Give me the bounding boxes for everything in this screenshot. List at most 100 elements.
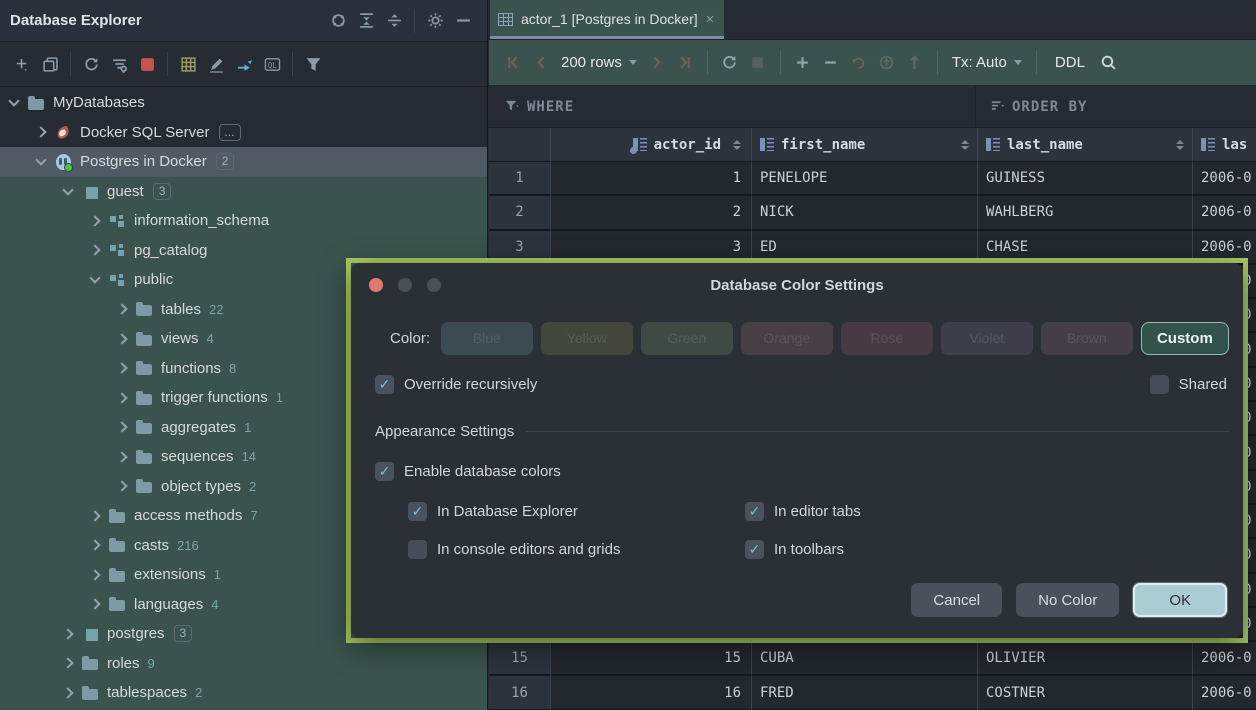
chevron-right-icon[interactable] [62, 687, 74, 699]
tree-item-information-schema[interactable]: information_schema [0, 206, 487, 236]
chevron-right-icon[interactable] [62, 628, 74, 640]
close-icon[interactable]: × [706, 12, 715, 27]
tree-item-mydatabases[interactable]: MyDatabases [0, 88, 487, 118]
stop-icon[interactable] [744, 49, 772, 77]
tree-item-docker-sql-server[interactable]: Docker SQL Server... [0, 117, 487, 147]
chevron-down-icon[interactable] [89, 272, 101, 284]
scroll-to-source-icon[interactable] [230, 50, 258, 78]
column-header-last-update[interactable]: las [1193, 128, 1256, 162]
last-page-icon[interactable] [671, 49, 699, 77]
table-cell[interactable]: COSTNER [978, 676, 1193, 710]
chevron-right-icon[interactable] [116, 303, 128, 315]
row-number[interactable]: 16 [489, 676, 551, 710]
order-by-filter[interactable]: ORDER BY [975, 86, 1087, 127]
chevron-right-icon[interactable] [89, 539, 101, 551]
table-cell[interactable]: 2006-0 [1193, 162, 1256, 197]
chevron-down-icon[interactable] [8, 95, 20, 107]
settings-icon[interactable] [421, 7, 449, 35]
first-page-icon[interactable] [499, 49, 527, 77]
color-swatch-orange[interactable]: Orange [740, 321, 833, 355]
in-toolbars-checkbox[interactable] [745, 540, 764, 559]
table-cell[interactable]: 16 [551, 676, 752, 710]
expand-all-icon[interactable] [352, 7, 380, 35]
refresh-icon[interactable] [77, 50, 105, 78]
next-page-icon[interactable] [643, 49, 671, 77]
ok-button[interactable]: OK [1133, 583, 1227, 617]
data-source-properties-icon[interactable] [105, 50, 133, 78]
table-cell[interactable]: FRED [752, 676, 978, 710]
row-number[interactable]: 15 [489, 642, 551, 677]
column-header-last-name[interactable]: last_name [978, 128, 1193, 162]
color-swatch-rose[interactable]: Rose [840, 321, 933, 355]
tx-mode-select[interactable]: Tx: Auto [952, 54, 1022, 71]
color-swatch-blue[interactable]: Blue [440, 321, 533, 355]
collapse-all-icon[interactable] [380, 7, 408, 35]
search-icon[interactable] [1095, 49, 1123, 77]
override-recursively-checkbox[interactable] [375, 375, 394, 394]
add-icon[interactable] [8, 50, 36, 78]
chevron-right-icon[interactable] [89, 569, 101, 581]
table-cell[interactable]: WAHLBERG [978, 196, 1193, 231]
chevron-right-icon[interactable] [116, 333, 128, 345]
table-cell[interactable]: GUINESS [978, 162, 1193, 197]
table-cell[interactable]: 1 [551, 162, 752, 197]
column-header-actor-id[interactable]: actor_id [551, 128, 752, 162]
chevron-right-icon[interactable] [116, 362, 128, 374]
chevron-right-icon[interactable] [116, 392, 128, 404]
delete-row-icon[interactable] [817, 49, 845, 77]
row-number[interactable]: 2 [489, 196, 551, 231]
cancel-button[interactable]: Cancel [911, 583, 1003, 617]
where-filter[interactable]: WHERE [489, 86, 574, 127]
edit-icon[interactable] [202, 50, 230, 78]
page-size-select[interactable]: 200 rows [561, 54, 637, 71]
in-console-editors-checkbox[interactable] [408, 540, 427, 559]
upload-icon[interactable] [901, 49, 929, 77]
column-header-first-name[interactable]: first_name [752, 128, 978, 162]
table-cell[interactable]: CUBA [752, 642, 978, 677]
ddl-button[interactable]: DDL [1055, 54, 1085, 71]
color-swatch-green[interactable]: Green [640, 321, 733, 355]
chevron-down-icon[interactable] [35, 154, 47, 166]
row-number[interactable]: 1 [489, 162, 551, 197]
table-cell[interactable]: PENELOPE [752, 162, 978, 197]
chevron-right-icon[interactable] [89, 510, 101, 522]
locate-icon[interactable] [324, 7, 352, 35]
tree-item-roles[interactable]: roles 9 [0, 649, 487, 679]
tree-item-postgres-in-docker[interactable]: Postgres in Docker 2 [0, 147, 487, 177]
color-swatch-yellow[interactable]: Yellow [540, 321, 633, 355]
reload-icon[interactable] [716, 49, 744, 77]
shared-checkbox[interactable] [1149, 375, 1169, 394]
enable-database-colors-checkbox[interactable] [375, 462, 394, 481]
filter-icon[interactable] [299, 50, 327, 78]
color-swatch-violet[interactable]: Violet [940, 321, 1033, 355]
table-cell[interactable]: 2006-0 [1193, 676, 1256, 710]
sort-icon[interactable] [1170, 139, 1184, 150]
chevron-right-icon[interactable] [89, 215, 101, 227]
copy-icon[interactable] [36, 50, 64, 78]
chevron-down-icon[interactable] [62, 184, 74, 196]
chevron-right-icon[interactable] [35, 126, 47, 138]
table-cell[interactable]: 2 [551, 196, 752, 231]
item-badge[interactable]: ... [218, 123, 241, 141]
chevron-right-icon[interactable] [89, 598, 101, 610]
revert-icon[interactable] [845, 49, 873, 77]
previous-page-icon[interactable] [527, 49, 555, 77]
open-table-icon[interactable] [174, 50, 202, 78]
add-row-icon[interactable] [789, 49, 817, 77]
sort-icon[interactable] [727, 139, 741, 150]
row-number-header[interactable] [489, 128, 551, 162]
chevron-right-icon[interactable] [89, 244, 101, 256]
table-cell[interactable]: 2006-0 [1193, 642, 1256, 677]
table-cell[interactable]: NICK [752, 196, 978, 231]
chevron-right-icon[interactable] [116, 451, 128, 463]
table-cell[interactable]: 2006-0 [1193, 196, 1256, 231]
no-color-button[interactable]: No Color [1016, 583, 1120, 617]
chevron-right-icon[interactable] [62, 657, 74, 669]
sort-icon[interactable] [955, 139, 969, 150]
commit-icon[interactable] [873, 49, 901, 77]
table-cell[interactable]: 15 [551, 642, 752, 677]
color-swatch-brown[interactable]: Brown [1040, 321, 1133, 355]
table-cell[interactable]: OLIVIER [978, 642, 1193, 677]
tab-actor-1[interactable]: actor_1 [Postgres in Docker] × [490, 0, 725, 39]
chevron-right-icon[interactable] [116, 480, 128, 492]
